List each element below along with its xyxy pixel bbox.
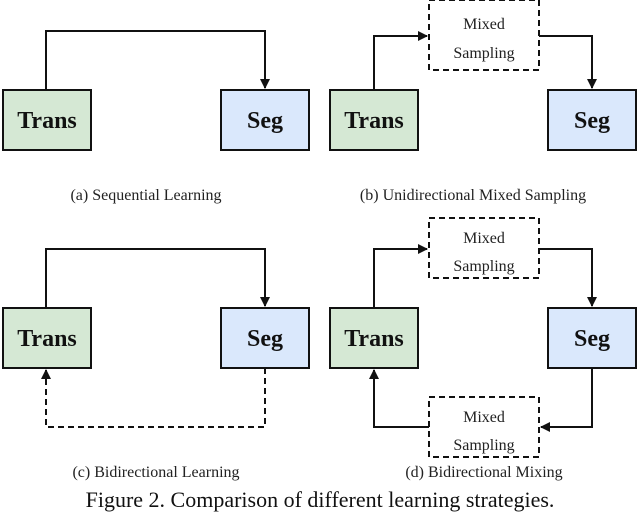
mix-top-line1: Mixed (463, 230, 505, 247)
trans-label: Trans (17, 326, 77, 352)
seg-label: Seg (247, 108, 283, 134)
arrow-trans-to-mix-top (373, 244, 428, 308)
panel-caption: (c) Bidirectional Learning (72, 464, 239, 481)
trans-label: Trans (344, 326, 404, 352)
figure-canvas: Trans Seg (a) Sequential Learning Mixed … (2, 0, 637, 512)
arrow-mix-to-seg (539, 35, 597, 89)
mix-label-line2: Sampling (453, 45, 514, 62)
arrow-seg-to-mix-bottom (540, 368, 593, 432)
trans-label: Trans (344, 108, 404, 134)
dashed-arrow-seg-to-trans (41, 368, 266, 428)
panel-caption: (a) Sequential Learning (70, 187, 221, 204)
arrow-trans-to-seg (45, 248, 270, 308)
panel-c: Trans Seg (c) Bidirectional Learning (2, 248, 310, 481)
arrow-mix-top-to-seg (539, 248, 597, 307)
seg-label: Seg (574, 326, 610, 352)
seg-label: Seg (247, 326, 283, 352)
figure-caption: Figure 2. Comparison of different learni… (86, 487, 555, 512)
arrow-mix-bottom-to-trans (369, 369, 429, 428)
panel-b: Mixed Sampling Trans Seg (b) Unidirectio… (329, 0, 637, 204)
mix-label-line1: Mixed (463, 16, 505, 33)
mix-bottom-line1: Mixed (463, 409, 505, 426)
panel-caption: (d) Bidirectional Mixing (405, 464, 562, 481)
mix-top-line2: Sampling (453, 258, 514, 275)
panel-a: Trans Seg (a) Sequential Learning (2, 30, 310, 204)
mix-bottom-line2: Sampling (453, 437, 514, 454)
arrow-trans-to-seg (45, 30, 270, 90)
seg-label: Seg (574, 108, 610, 134)
arrow-trans-to-mix (373, 31, 428, 90)
panel-d: Mixed Sampling Mixed Sampling Trans Seg … (329, 217, 637, 481)
trans-label: Trans (17, 108, 77, 134)
panel-caption: (b) Unidirectional Mixed Sampling (360, 187, 586, 204)
